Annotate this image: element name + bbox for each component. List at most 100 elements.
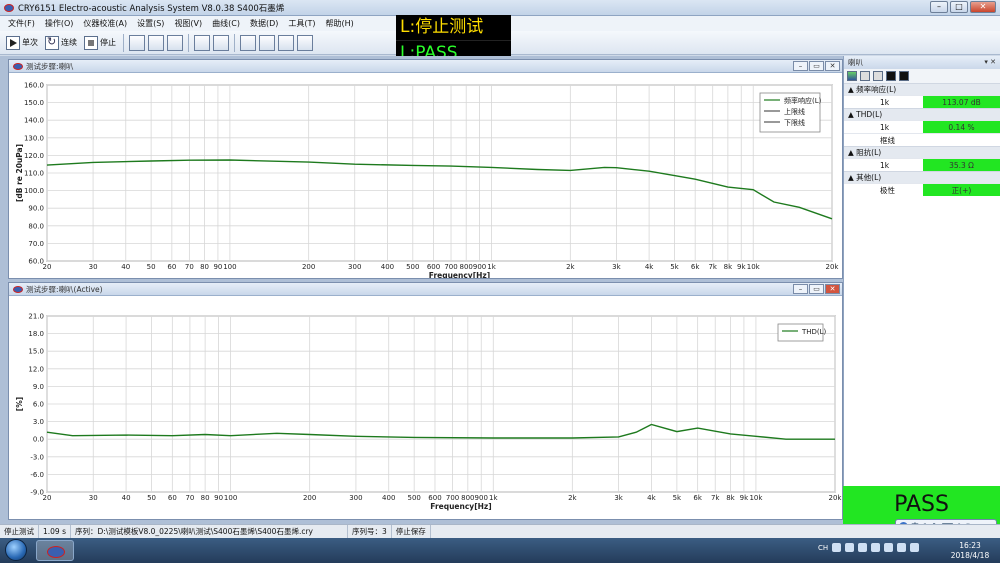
result-group-name: 频率响应(L) <box>856 85 897 94</box>
x-tick-label: 900 <box>475 494 488 502</box>
volume-icon[interactable] <box>910 543 920 552</box>
subwindow-restore-button[interactable]: ▭ <box>809 284 824 294</box>
x-tick-label: 500 <box>406 263 419 271</box>
loop-test-button[interactable]: 连续 <box>43 34 79 52</box>
legend-label: 上限线 <box>784 107 805 116</box>
y-tick-label: 100.0 <box>24 187 44 195</box>
expand-icon[interactable] <box>886 71 896 81</box>
y-tick-label: 12.0 <box>28 365 44 373</box>
x-tick-label: 20 <box>43 263 52 271</box>
collapse-icon[interactable] <box>899 71 909 81</box>
x-tick-label: 7k <box>711 494 720 502</box>
x-tick-label: 500 <box>408 494 421 502</box>
menu-calibration[interactable]: 仪器校准(A) <box>83 18 127 29</box>
result-key: 1k <box>880 98 890 107</box>
x-tick-label: 1k <box>489 494 498 502</box>
result-group-name: THD(L) <box>856 110 883 119</box>
subwindow-minimize-button[interactable]: – <box>793 284 808 294</box>
result-row: 1k 35.3 Ω <box>844 158 1000 171</box>
network-icon[interactable] <box>897 543 907 552</box>
menu-curve[interactable]: 曲线(C) <box>212 18 240 29</box>
x-tick-label: 2k <box>566 263 575 271</box>
result-group-header[interactable]: ▲ THD(L) <box>844 108 1000 120</box>
tile-vertical-icon[interactable] <box>278 34 294 51</box>
y-tick-label: -3.0 <box>30 453 44 461</box>
status-save: 停止保存 <box>392 525 431 538</box>
x-tick-label: 4k <box>647 494 656 502</box>
open-folder-icon[interactable] <box>194 34 210 51</box>
menu-data[interactable]: 数据(D) <box>250 18 278 29</box>
x-axis-label: Frequency[Hz] <box>429 271 490 278</box>
chevron-up-icon[interactable] <box>884 543 894 552</box>
clock-date: 2018/4/18 <box>950 551 990 560</box>
y-tick-label: -6.0 <box>30 471 44 479</box>
taskbar-app-button[interactable] <box>36 540 74 561</box>
taskbar-clock[interactable]: 16:23 2018/4/18 <box>945 541 995 561</box>
subwindow-restore-button[interactable]: ▭ <box>809 61 824 71</box>
result-key: 框线 <box>880 136 895 145</box>
tile-horizontal-icon[interactable] <box>259 34 275 51</box>
help-icon[interactable] <box>845 543 855 552</box>
result-panel-titlebar: 喇叭 ▾ ✕ <box>844 56 1000 69</box>
x-tick-label: 400 <box>382 494 395 502</box>
x-tick-label: 20k <box>826 263 840 271</box>
save-icon[interactable] <box>213 34 229 51</box>
tray-language[interactable]: CH <box>818 544 828 552</box>
stop-icon <box>84 35 98 50</box>
minimize-button[interactable]: – <box>930 1 948 13</box>
y-tick-label: 110.0 <box>24 170 44 178</box>
pin-icon[interactable]: ▾ ✕ <box>984 56 996 69</box>
x-tick-label: 8k <box>724 263 733 271</box>
x-tick-label: 1k <box>487 263 496 271</box>
menu-help[interactable]: 帮助(H) <box>326 18 354 29</box>
test-state-text: L:停止测试 <box>400 17 484 37</box>
y-tick-label: 6.0 <box>33 401 44 409</box>
add-window-icon[interactable] <box>240 34 256 51</box>
x-tick-label: 40 <box>122 494 131 502</box>
window-controls: – □ ✕ <box>930 1 996 13</box>
x-tick-label: 600 <box>428 494 441 502</box>
start-button[interactable] <box>5 539 27 561</box>
result-group-header[interactable]: ▲ 频率响应(L) <box>844 83 1000 95</box>
x-tick-label: 70 <box>185 263 194 271</box>
menu-file[interactable]: 文件(F) <box>8 18 35 29</box>
maximize-button[interactable]: □ <box>950 1 968 13</box>
clock-time: 16:23 <box>959 541 981 550</box>
x-tick-label: 60 <box>168 494 177 502</box>
legend-label: 下限线 <box>784 118 805 127</box>
x-tick-label: 60 <box>167 263 176 271</box>
menu-settings[interactable]: 设置(S) <box>137 18 164 29</box>
y-tick-label: 70.0 <box>28 240 44 248</box>
subwindow-close-button[interactable]: ✕ <box>825 284 840 294</box>
menu-tools[interactable]: 工具(T) <box>288 18 315 29</box>
subwindow-minimize-button[interactable]: – <box>793 61 808 71</box>
result-group-header[interactable]: ▲ 其他(L) <box>844 171 1000 183</box>
delete-item-icon[interactable] <box>873 71 883 81</box>
single-test-button[interactable]: 单次 <box>4 34 40 52</box>
tray-input-icon[interactable] <box>832 543 842 552</box>
settings-tool-icon[interactable] <box>129 34 145 51</box>
result-group-header[interactable]: ▲ 阻抗(L) <box>844 146 1000 158</box>
close-button[interactable]: ✕ <box>970 1 996 13</box>
title-bar: CRY6151 Electro-acoustic Analysis System… <box>0 0 1000 16</box>
grid-view-icon[interactable] <box>847 71 857 81</box>
result-panel: 喇叭 ▾ ✕ ▲ 频率响应(L) 1k 113.07 dB ▲ THD(L) 1… <box>843 56 1000 486</box>
menu-operate[interactable]: 操作(O) <box>45 18 74 29</box>
menu-view[interactable]: 视图(V) <box>174 18 202 29</box>
report-tool-icon[interactable] <box>167 34 183 51</box>
frequency-response-chart: 160.0 150.0 140.0 130.0 120.0 110.0 100.0 90.0 8… <box>15 82 840 279</box>
x-tick-label: 50 <box>147 494 156 502</box>
chart-tool-icon[interactable] <box>148 34 164 51</box>
flag-icon[interactable] <box>858 543 868 552</box>
x-tick-label: 3k <box>612 263 621 271</box>
shield-icon[interactable] <box>871 543 881 552</box>
add-item-icon[interactable] <box>860 71 870 81</box>
result-group-name: 其他(L) <box>856 173 882 182</box>
cascade-windows-icon[interactable] <box>297 34 313 51</box>
stop-test-button[interactable]: 停止 <box>82 34 118 52</box>
x-tick-label: 7k <box>708 263 717 271</box>
x-tick-label: 90 <box>213 263 222 271</box>
window-title: CRY6151 Electro-acoustic Analysis System… <box>18 3 285 14</box>
subwindow-close-button[interactable]: ✕ <box>825 61 840 71</box>
toolbar-separator <box>123 33 124 52</box>
